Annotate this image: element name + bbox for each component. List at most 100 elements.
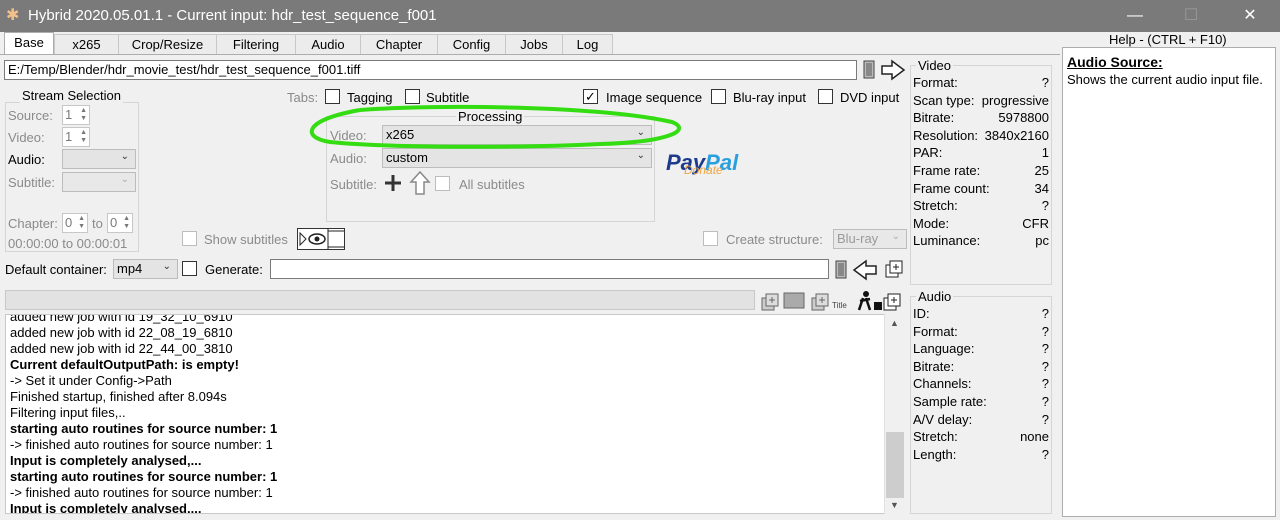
show-subtitles-label: Show subtitles xyxy=(204,232,288,247)
chevron-down-icon: ⌄ xyxy=(120,174,129,185)
tab-divider xyxy=(0,54,1060,55)
progress-bar xyxy=(5,290,755,310)
log-line: starting auto routines for source number… xyxy=(10,421,278,436)
bluray-input-checkbox[interactable] xyxy=(711,89,726,104)
tab-base[interactable]: Base xyxy=(4,32,54,55)
all-subtitles-checkbox[interactable] xyxy=(435,176,450,191)
video-stream-value: 1 xyxy=(65,129,73,144)
log-line: added new job with id 22_44_00_3810 xyxy=(10,341,233,356)
chapter-to-spinbox[interactable]: 0 ▲ ▼ xyxy=(107,213,133,233)
info-value: ? xyxy=(1041,411,1049,427)
log-line: Current defaultOutputPath: is empty! xyxy=(10,357,239,372)
tab-x265[interactable]: x265 xyxy=(54,34,119,55)
stream-selection-title: Stream Selection xyxy=(20,88,123,103)
output-actions-icon[interactable] xyxy=(834,258,906,285)
preview-eye-icon[interactable] xyxy=(297,228,345,250)
log-line: Finished startup, finished after 8.094s xyxy=(10,389,227,404)
window-title: Hybrid 2020.05.01.1 - Current input: hdr… xyxy=(28,7,437,24)
help-body: Shows the current audio input file. xyxy=(1067,72,1263,87)
input-path-field[interactable]: E:/Temp/Blender/hdr_movie_test/hdr_test_… xyxy=(4,60,857,80)
audio-info-title: Audio xyxy=(916,289,954,304)
info-key: Sample rate: xyxy=(913,394,987,409)
info-key: Bitrate: xyxy=(913,358,955,374)
info-key: ID: xyxy=(913,306,930,321)
info-key: Scan type: xyxy=(913,92,975,108)
log-line: starting auto routines for source number… xyxy=(10,469,278,484)
spin-arrows-icon[interactable]: ▲ ▼ xyxy=(80,129,87,145)
tab-filtering[interactable]: Filtering xyxy=(216,34,296,55)
processing-audio-select[interactable]: custom ⌄ xyxy=(382,148,652,168)
generate-checkbox[interactable] xyxy=(182,261,197,276)
dvd-input-checkbox[interactable] xyxy=(818,89,833,104)
tab-audio[interactable]: Audio xyxy=(295,34,361,55)
title-tag: Title xyxy=(832,301,847,310)
chapter-from-spinbox[interactable]: 0 ▲ ▼ xyxy=(62,213,88,233)
info-value: ? xyxy=(1041,198,1049,214)
chevron-down-icon: ⌄ xyxy=(120,151,129,162)
audio-stream-label: Audio: xyxy=(8,152,45,167)
log-line: added new job with id 19_32_10_6910 xyxy=(10,314,233,324)
info-key: Format: xyxy=(913,75,958,90)
move-up-icon[interactable] xyxy=(409,170,431,199)
info-key: Language: xyxy=(913,341,975,357)
info-key: A/V delay: xyxy=(913,411,973,427)
info-key: Mode: xyxy=(913,215,950,231)
open-input-icon[interactable] xyxy=(862,58,908,85)
info-value: ? xyxy=(1041,306,1049,321)
info-value: ? xyxy=(1041,341,1049,357)
tab-crop-resize[interactable]: Crop/Resize xyxy=(118,34,217,55)
video-stream-label: Video: xyxy=(8,130,45,145)
add-subtitle-icon[interactable] xyxy=(384,172,404,197)
spin-arrows-icon[interactable]: ▲ ▼ xyxy=(123,215,130,231)
info-key: Frame count: xyxy=(913,180,990,196)
log-panel[interactable]: added new job with id 19_32_10_6910 adde… xyxy=(5,314,885,514)
create-structure-checkbox[interactable] xyxy=(703,231,718,246)
time-range: 00:00:00 to 00:00:01 xyxy=(8,236,128,251)
scroll-up-icon[interactable]: ▲ xyxy=(890,318,899,328)
chevron-down-icon: ⌄ xyxy=(162,261,171,272)
generate-label: Generate: xyxy=(205,262,263,277)
minimize-button[interactable]: — xyxy=(1112,0,1158,32)
log-line: -> finished auto routines for source num… xyxy=(10,437,273,452)
info-value: progressive xyxy=(981,92,1049,108)
tab-log[interactable]: Log xyxy=(562,34,613,55)
create-structure-value: Blu-ray xyxy=(837,231,879,246)
source-spinbox[interactable]: 1 ▲ ▼ xyxy=(62,105,90,125)
spin-arrows-icon[interactable]: ▲ ▼ xyxy=(80,107,87,123)
tab-jobs[interactable]: Jobs xyxy=(505,34,563,55)
chapter-to-value: 0 xyxy=(110,215,118,230)
info-value: ? xyxy=(1041,358,1049,374)
tab-chapter[interactable]: Chapter xyxy=(360,34,438,55)
bluray-input-label: Blu-ray input xyxy=(733,90,806,105)
spin-arrows-icon[interactable]: ▲ ▼ xyxy=(78,215,85,231)
log-line: -> finished auto routines for source num… xyxy=(10,485,273,500)
maximize-button[interactable]: ☐ xyxy=(1168,0,1214,32)
processing-audio-value: custom xyxy=(386,150,428,165)
video-spinbox[interactable]: 1 ▲ ▼ xyxy=(62,127,90,147)
tab-config[interactable]: Config xyxy=(437,34,506,55)
chapter-label: Chapter: xyxy=(8,216,58,231)
log-scrollbar[interactable]: ▲ ▼ xyxy=(884,314,904,514)
title-bar: ✱ Hybrid 2020.05.01.1 - Current input: h… xyxy=(0,0,1280,32)
source-value: 1 xyxy=(65,107,73,122)
all-subtitles-label: All subtitles xyxy=(459,177,525,192)
info-value: ? xyxy=(1041,75,1049,90)
video-info-title: Video xyxy=(916,58,954,73)
output-path-field[interactable] xyxy=(270,259,829,279)
info-value: 5978800 xyxy=(998,110,1049,126)
audio-stream-select[interactable]: ⌄ xyxy=(62,149,136,169)
scroll-down-icon[interactable]: ▼ xyxy=(890,500,899,510)
scroll-thumb[interactable] xyxy=(886,432,904,498)
info-key: Channels: xyxy=(913,376,972,392)
default-container-select[interactable]: mp4 ⌄ xyxy=(113,259,178,279)
close-button[interactable]: ✕ xyxy=(1227,0,1273,32)
show-subtitles-checkbox[interactable] xyxy=(182,231,197,246)
info-key: Format: xyxy=(913,323,958,339)
info-value: 3840x2160 xyxy=(984,127,1049,143)
create-structure-select[interactable]: Blu-ray ⌄ xyxy=(833,229,907,249)
subtitle-stream-select[interactable]: ⌄ xyxy=(62,172,136,192)
info-key: Length: xyxy=(913,446,957,462)
info-key: Resolution: xyxy=(913,127,979,143)
log-line: Input is completely analysed,... xyxy=(10,453,202,468)
default-container-label: Default container: xyxy=(5,262,107,277)
